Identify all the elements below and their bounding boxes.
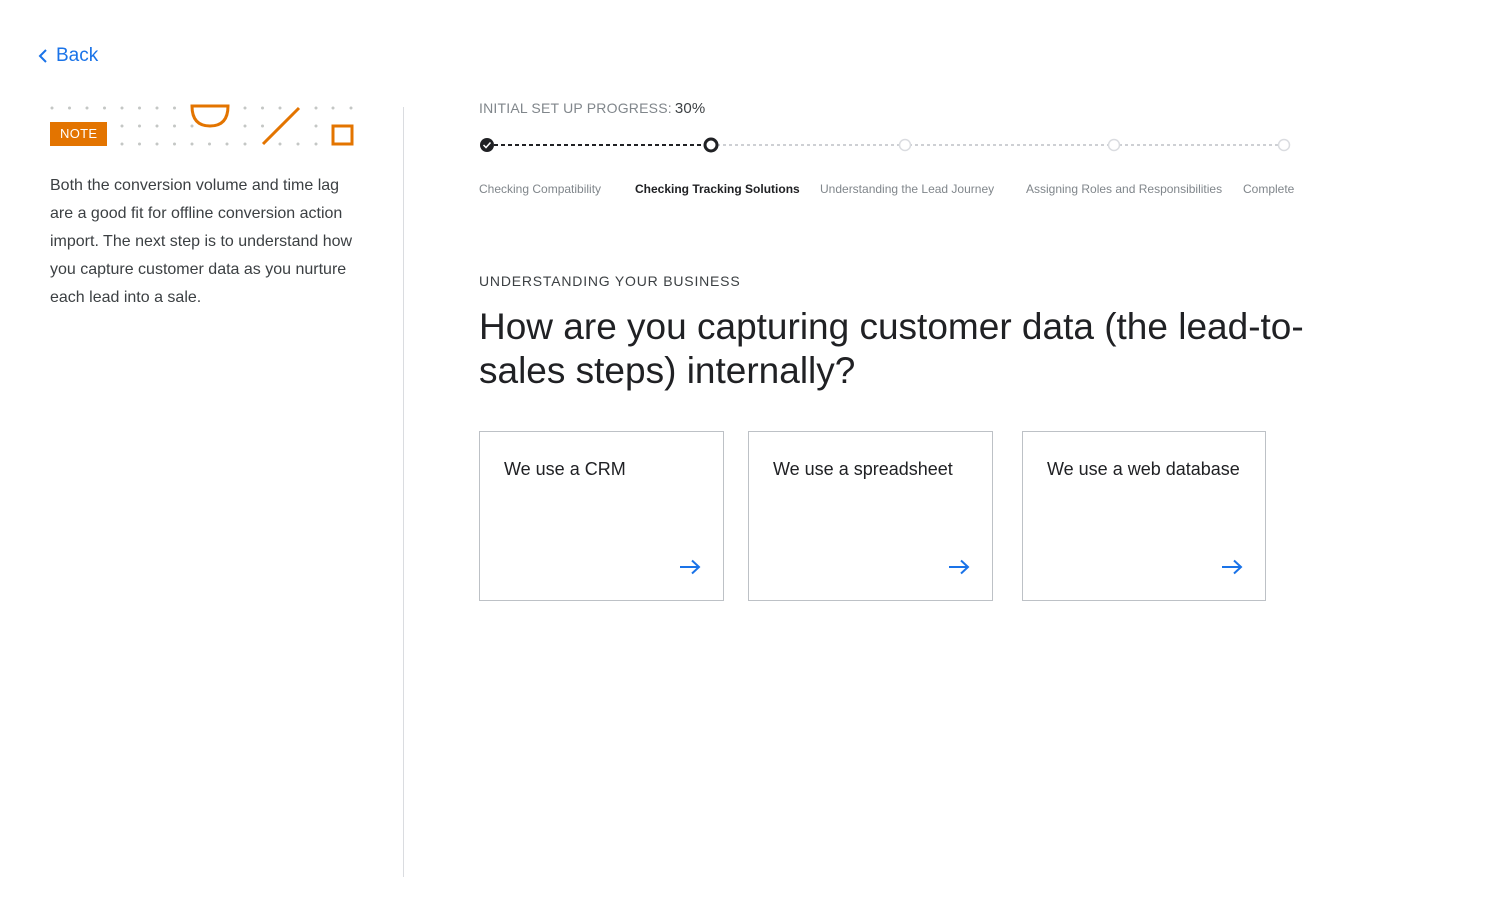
progress-label: INITIAL SET UP PROGRESS: 30%	[479, 100, 1339, 117]
main-content: INITIAL SET UP PROGRESS: 30% Checking Com…	[479, 100, 1339, 601]
step-dot-4	[1107, 138, 1121, 152]
stepper-track	[480, 137, 1291, 153]
step-dot-3	[898, 138, 912, 152]
step-label-understanding-lead-journey: Understanding the Lead Journey	[820, 182, 995, 196]
progress-percent: 30%	[674, 100, 706, 117]
arrow-right-icon	[949, 559, 970, 575]
option-label: We use a CRM	[504, 459, 626, 479]
option-label: We use a spreadsheet	[773, 459, 953, 479]
section-eyebrow: UNDERSTANDING YOUR BUSINESS	[479, 273, 741, 289]
panel-divider	[403, 107, 404, 877]
progress-stepper: Checking Compatibility Checking Tracking…	[479, 135, 1319, 205]
option-label: We use a web database	[1047, 459, 1240, 479]
note-badge: NOTE	[50, 122, 108, 146]
step-label-checking-tracking-solutions: Checking Tracking Solutions	[635, 182, 800, 196]
note-panel: NOTE Both the conversion volume and time…	[50, 104, 370, 312]
question-heading: How are you capturing customer data (the…	[479, 306, 1304, 391]
step-label-assigning-roles: Assigning Roles and Responsibilities	[1026, 182, 1223, 196]
step-label-checking-compatibility: Checking Compatibility	[479, 182, 602, 196]
note-text: Both the conversion volume and time lag …	[50, 177, 353, 306]
progress-label-text: INITIAL SET UP PROGRESS:	[479, 100, 672, 116]
arrow-right-icon	[1222, 559, 1243, 575]
note-illustration: NOTE	[50, 104, 360, 150]
arrow-right-icon	[680, 559, 701, 575]
chevron-left-icon	[38, 49, 47, 63]
back-label: Back	[56, 45, 99, 66]
option-card-spreadsheet[interactable]: We use a spreadsheet	[748, 431, 993, 601]
step-label-complete: Complete	[1243, 182, 1295, 196]
step-dot-5	[1277, 138, 1291, 152]
option-card-web-database[interactable]: We use a web database	[1022, 431, 1266, 601]
back-button[interactable]: Back	[38, 45, 98, 67]
step-dot-2	[703, 137, 719, 153]
option-card-crm[interactable]: We use a CRM	[479, 431, 724, 601]
option-cards: We use a CRM We use a spreadsheet We use…	[479, 431, 1339, 601]
step-dot-1	[480, 138, 494, 152]
